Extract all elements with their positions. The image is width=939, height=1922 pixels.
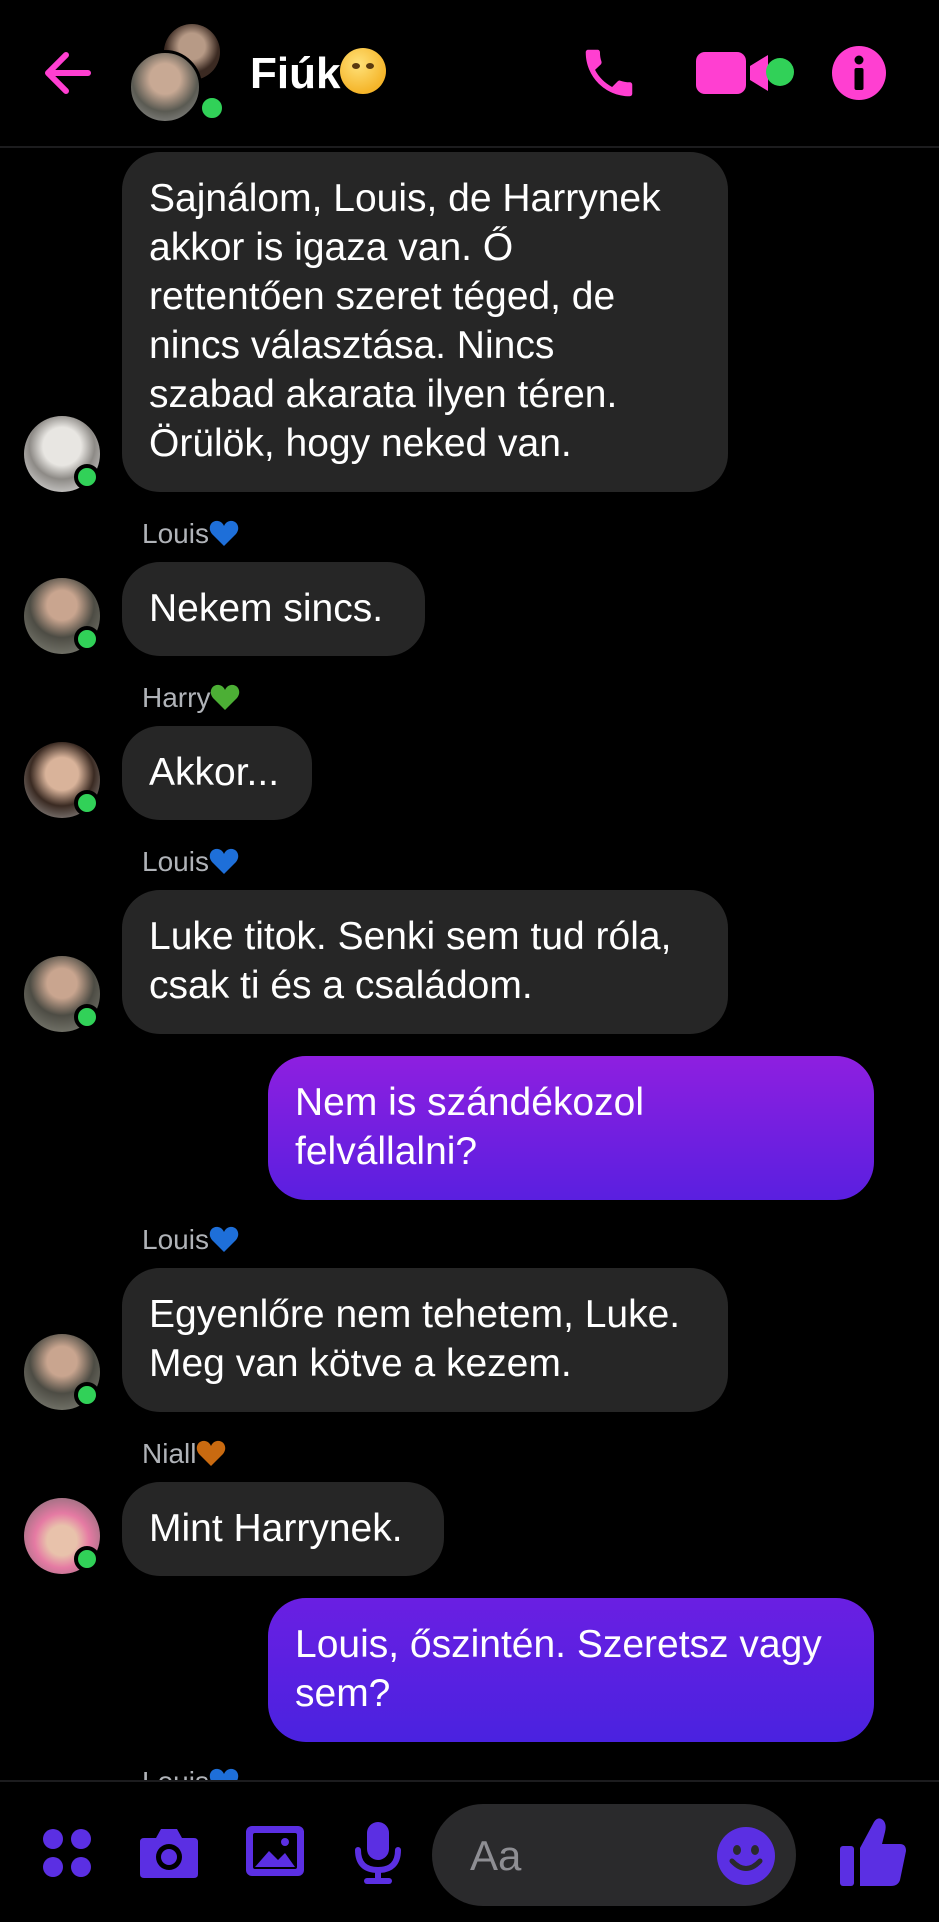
back-arrow-icon[interactable]: [38, 42, 100, 104]
sender-name: Niall: [142, 1438, 197, 1469]
message-input-container[interactable]: [432, 1804, 796, 1906]
sender-label: Harry: [142, 680, 240, 716]
message-line: Mint Harrynek.: [149, 1507, 403, 1550]
mic-icon[interactable]: [350, 1820, 406, 1886]
online-indicator: [74, 626, 100, 652]
sender-name: Louis: [142, 518, 209, 549]
blue-heart-icon: [209, 520, 239, 546]
message-line: nincs választása. Nincs: [149, 324, 555, 367]
blue-heart-icon: [209, 848, 239, 874]
online-indicator: [198, 94, 226, 122]
blue-heart-icon: [209, 1226, 239, 1252]
chat-title[interactable]: Fiúk: [250, 46, 387, 102]
message-line: Luke titok. Senki sem tud róla,: [149, 915, 672, 958]
sender-label: Louis: [142, 844, 239, 880]
like-icon[interactable]: [838, 1816, 908, 1888]
camera-icon[interactable]: [138, 1824, 200, 1880]
message-bubble-incoming[interactable]: Sajnálom, Louis, de Harrynek akkor is ig…: [122, 152, 728, 492]
message-input[interactable]: [468, 1828, 702, 1884]
info-icon[interactable]: [832, 46, 886, 100]
sender-label: Louis: [142, 1764, 239, 1780]
online-indicator: [74, 1004, 100, 1030]
message-line: rettentően szeret téged, de: [149, 275, 616, 318]
message-line: Akkor...: [149, 751, 280, 794]
sender-name: Louis: [142, 846, 209, 877]
pleading-face-emoji-icon: [340, 48, 387, 94]
message-line: Nem is szándékozol: [295, 1081, 644, 1124]
orange-heart-icon: [197, 1440, 226, 1466]
sender-label: Niall: [142, 1436, 226, 1472]
message-line: Sajnálom, Louis, de Harrynek: [149, 177, 661, 220]
message-line: Nekem sincs.: [149, 587, 384, 630]
message-line: akkor is igaza van. Ő: [149, 226, 514, 269]
sender-label: Louis: [142, 1222, 239, 1258]
message-bubble-incoming[interactable]: Egyenlőre nem tehetem, Luke. Meg van köt…: [122, 1268, 728, 1412]
composer-bar: [0, 1780, 939, 1922]
sender-name: Louis: [142, 1766, 209, 1780]
online-indicator: [74, 1546, 100, 1572]
message-line: csak ti és a családom.: [149, 964, 533, 1007]
sender-label: Louis: [142, 516, 239, 552]
green-heart-icon: [211, 684, 240, 710]
message-line: Louis, őszintén. Szeretsz vagy: [295, 1623, 822, 1666]
group-avatar[interactable]: [128, 24, 228, 124]
phone-call-icon[interactable]: [578, 42, 640, 104]
chat-header: Fiúk: [0, 0, 939, 148]
online-indicator: [74, 464, 100, 490]
online-indicator: [74, 790, 100, 816]
message-line: Meg van kötve a kezem.: [149, 1342, 572, 1385]
message-bubble-incoming[interactable]: Akkor...: [122, 726, 312, 820]
message-line: sem?: [295, 1672, 391, 1715]
chat-title-text: Fiúk: [250, 49, 341, 98]
gallery-icon[interactable]: [244, 1824, 306, 1878]
emoji-icon[interactable]: [716, 1826, 776, 1886]
blue-heart-icon: [209, 1768, 239, 1780]
message-line: Örülök, hogy neked van.: [149, 422, 572, 465]
message-line: szabad akarata ilyen téren.: [149, 373, 618, 416]
message-bubble-incoming[interactable]: Luke titok. Senki sem tud róla, csak ti …: [122, 890, 728, 1034]
message-bubble-outgoing[interactable]: Nem is szándékozol felvállalni?: [268, 1056, 874, 1200]
message-line: felvállalni?: [295, 1130, 478, 1173]
active-call-indicator: [766, 58, 794, 86]
message-bubble-incoming[interactable]: Mint Harrynek.: [122, 1482, 444, 1576]
online-indicator: [74, 1382, 100, 1408]
message-line: Egyenlőre nem tehetem, Luke.: [149, 1293, 681, 1336]
message-bubble-incoming[interactable]: Nekem sincs.: [122, 562, 425, 656]
sender-name: Louis: [142, 1224, 209, 1255]
video-call-icon[interactable]: [696, 50, 774, 96]
message-list[interactable]: Sajnálom, Louis, de Harrynek akkor is ig…: [0, 148, 939, 1780]
apps-icon[interactable]: [40, 1826, 94, 1880]
sender-name: Harry: [142, 682, 211, 713]
group-avatar-photo-front: [128, 50, 202, 124]
message-bubble-outgoing[interactable]: Louis, őszintén. Szeretsz vagy sem?: [268, 1598, 874, 1742]
